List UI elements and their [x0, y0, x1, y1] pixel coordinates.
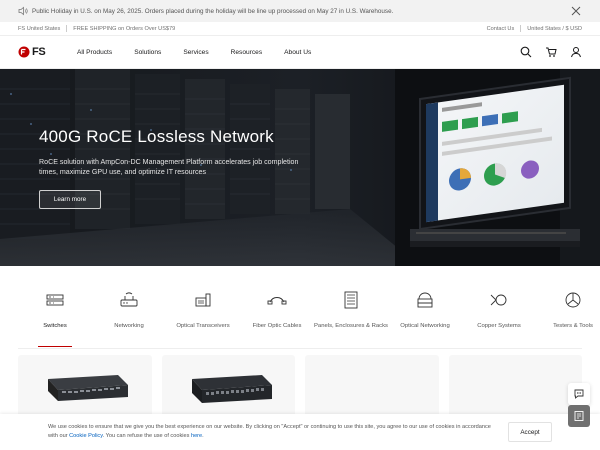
nav-solutions[interactable]: Solutions — [134, 49, 161, 56]
nav-about-us[interactable]: About Us — [284, 49, 311, 56]
cookie-text: We use cookies to ensure that we give yo… — [48, 423, 498, 441]
category-label: Networking — [114, 323, 144, 329]
hero-description: RoCE solution with AmpCon-DC Management … — [39, 158, 299, 176]
accept-cookies-button[interactable]: Accept — [508, 422, 552, 442]
feedback-icon — [574, 411, 584, 421]
category-optical-networking[interactable]: Optical Networking — [388, 266, 462, 351]
logo-text: FS — [32, 46, 46, 58]
hero-title: 400G RoCE Lossless Network — [39, 127, 274, 146]
category-label: Optical Transceivers — [176, 323, 230, 329]
main-navigation: FS All Products Solutions Services Resou… — [0, 36, 600, 69]
nav-all-products[interactable]: All Products — [77, 49, 112, 56]
live-chat-button[interactable] — [568, 383, 590, 405]
router-icon — [120, 292, 138, 307]
transceiver-icon — [195, 293, 211, 307]
divider — [520, 25, 522, 32]
category-networking[interactable]: Networking — [92, 266, 166, 351]
utility-right: Contact Us United States / $ USD — [481, 25, 582, 32]
nav-resources[interactable]: Resources — [231, 49, 263, 56]
category-label: Copper Systems — [477, 323, 521, 329]
cookie-banner: We use cookies to ensure that we give yo… — [0, 414, 600, 450]
contact-us-link[interactable]: Contact Us — [487, 26, 515, 32]
chat-icon — [574, 389, 584, 399]
region-selector[interactable]: United States / $ USD — [527, 26, 582, 32]
rack-icon — [344, 291, 358, 309]
nav-icons — [520, 46, 582, 58]
category-panels-enclosures-racks[interactable]: Panels, Enclosures & Racks — [314, 266, 388, 351]
category-label: Optical Networking — [400, 323, 450, 329]
account-icon[interactable] — [570, 46, 582, 58]
free-shipping-text: FREE SHIPPING on Orders Over US$79 — [73, 25, 176, 32]
tester-icon — [565, 292, 581, 308]
category-copper-systems[interactable]: Copper Systems — [462, 266, 536, 351]
category-switches[interactable]: Switches — [18, 266, 92, 351]
category-label: Panels, Enclosures & Racks — [314, 323, 388, 329]
category-label: Testers & Tools — [553, 323, 593, 329]
utility-bar: FS United States FREE SHIPPING on Orders… — [0, 22, 600, 36]
hero-banner[interactable]: 400G RoCE Lossless Network RoCE solution… — [0, 69, 600, 266]
category-nav: Switches Networking Optical Transceivers… — [18, 266, 593, 351]
close-icon[interactable] — [570, 5, 582, 17]
speaker-icon — [18, 6, 28, 16]
fiber-cable-icon — [267, 297, 287, 305]
copper-icon — [490, 294, 507, 306]
location-text[interactable]: FS United States — [18, 26, 60, 32]
feedback-button[interactable] — [568, 405, 590, 427]
search-icon[interactable] — [520, 46, 532, 58]
nav-menu: All Products Solutions Services Resource… — [77, 49, 333, 56]
switch-icon — [46, 294, 64, 306]
category-label: Fiber Optic Cables — [252, 323, 302, 329]
learn-more-button[interactable]: Learn more — [39, 190, 101, 209]
cookie-text-part: . — [202, 433, 204, 439]
category-testers-tools[interactable]: Testers & Tools — [536, 266, 600, 351]
optical-network-icon — [417, 292, 433, 308]
cookie-text-part: . You can refuse the use of cookies — [102, 433, 191, 439]
category-optical-transceivers[interactable]: Optical Transceivers — [166, 266, 240, 351]
announcement-text: Public Holiday in U.S. on May 26, 2025. … — [32, 7, 394, 15]
divider — [66, 25, 68, 32]
fs-logo-mark — [18, 46, 30, 58]
cart-icon[interactable] — [545, 46, 557, 58]
cookie-policy-link[interactable]: Cookie Policy — [69, 433, 102, 439]
category-divider — [18, 348, 582, 349]
fs-logo[interactable]: FS — [18, 44, 62, 60]
refuse-cookies-link[interactable]: here — [191, 433, 202, 439]
nav-services[interactable]: Services — [183, 49, 208, 56]
category-label: Switches — [43, 323, 67, 329]
category-fiber-optic-cables[interactable]: Fiber Optic Cables — [240, 266, 314, 351]
announcement-bar: Public Holiday in U.S. on May 26, 2025. … — [0, 0, 600, 22]
